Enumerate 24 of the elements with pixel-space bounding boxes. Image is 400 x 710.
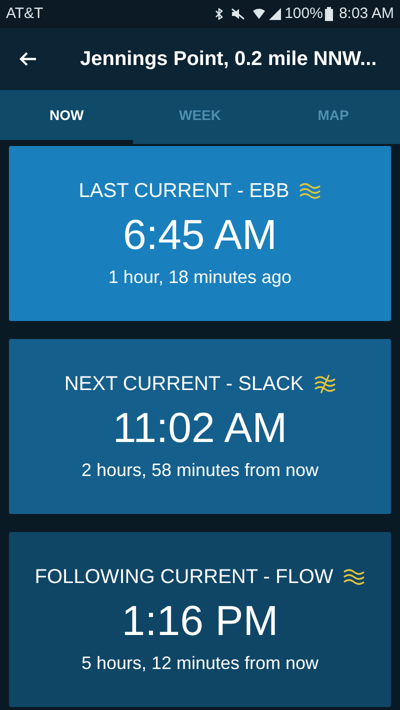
current-time: 6:45 AM xyxy=(122,210,278,260)
bluetooth-icon xyxy=(214,8,223,20)
back-arrow-icon xyxy=(19,51,37,67)
carrier-name: AT&T xyxy=(6,4,44,24)
crossed-waves-icon xyxy=(314,374,336,394)
current-heading: FOLLOWING CURRENT - FLOW xyxy=(34,565,334,590)
signal-icon xyxy=(268,8,281,20)
current-time: 1:16 PM xyxy=(122,596,278,646)
mute-icon xyxy=(230,8,245,20)
relative-time: 1 hour, 18 minutes ago xyxy=(108,266,292,289)
tab[interactable]: WEEK xyxy=(133,90,267,144)
tab[interactable]: MAP xyxy=(266,90,400,144)
battery-icon xyxy=(324,7,333,21)
battery-percent: 100% xyxy=(284,4,323,24)
wifi-icon xyxy=(252,8,265,20)
clock-time: 8:03 AM xyxy=(338,4,394,24)
waves-icon xyxy=(343,568,366,586)
current-heading: LAST CURRENT - EBB xyxy=(78,179,290,204)
screen-title: Jennings Point, 0.2 mile NNW... xyxy=(80,47,377,72)
waves-icon xyxy=(299,182,322,200)
relative-time: 5 hours, 12 minutes from now xyxy=(81,652,319,675)
relative-time: 2 hours, 58 minutes from now xyxy=(81,459,319,482)
current-time: 11:02 AM xyxy=(112,403,288,453)
current-heading: NEXT CURRENT - SLACK xyxy=(64,372,304,397)
